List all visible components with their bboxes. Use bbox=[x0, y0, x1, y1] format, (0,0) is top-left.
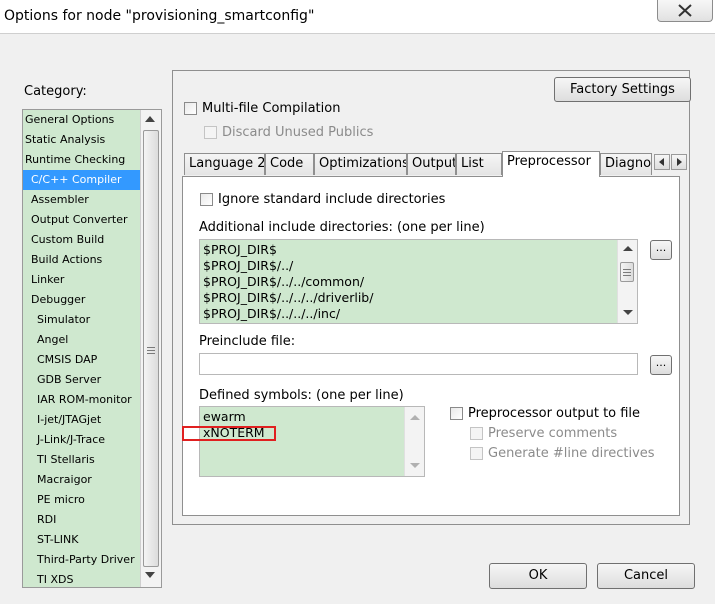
category-item[interactable]: Runtime Checking bbox=[23, 150, 140, 170]
category-item[interactable]: Third-Party Driver bbox=[23, 550, 140, 570]
tab-list[interactable]: List bbox=[456, 153, 502, 175]
category-label: Category: bbox=[24, 84, 87, 99]
tab-optimizations[interactable]: Optimizations bbox=[314, 153, 407, 175]
ignore-std-label: Ignore standard include directories bbox=[218, 192, 446, 207]
scroll-down-icon[interactable] bbox=[410, 463, 420, 468]
category-item[interactable]: Build Actions bbox=[23, 250, 140, 270]
preinclude-input[interactable] bbox=[199, 353, 638, 375]
category-item[interactable]: Assembler bbox=[23, 190, 140, 210]
category-item[interactable]: Static Analysis bbox=[23, 130, 140, 150]
tab-scroll-left[interactable] bbox=[654, 154, 670, 170]
tab-diagnostics[interactable]: Diagnos bbox=[600, 153, 652, 175]
ignore-std-checkbox[interactable] bbox=[200, 193, 213, 206]
tab-scroll-right[interactable] bbox=[671, 154, 687, 170]
chevron-right-icon bbox=[677, 158, 682, 166]
preinclude-label: Preinclude file: bbox=[199, 334, 296, 349]
generate-line-label: Generate #line directives bbox=[488, 446, 655, 461]
category-item[interactable]: Output Converter bbox=[23, 210, 140, 230]
scroll-thumb[interactable] bbox=[143, 130, 159, 567]
output-to-file-checkbox[interactable] bbox=[450, 407, 463, 420]
category-item[interactable]: ST-LINK bbox=[23, 530, 140, 550]
category-item[interactable]: General Options bbox=[23, 110, 140, 130]
category-item[interactable]: GDB Server bbox=[23, 370, 140, 390]
category-item[interactable]: Angel bbox=[23, 330, 140, 350]
category-item[interactable]: PE micro bbox=[23, 490, 140, 510]
category-item[interactable]: J-Link/J-Trace bbox=[23, 430, 140, 450]
category-scrollbar[interactable] bbox=[140, 110, 161, 587]
category-item[interactable]: C/C++ Compiler bbox=[23, 170, 140, 190]
preinclude-browse-button[interactable]: ... bbox=[650, 355, 672, 375]
include-dirs-label: Additional include directories: (one per… bbox=[199, 220, 485, 235]
defined-scrollbar[interactable] bbox=[404, 407, 424, 476]
text-line: $PROJ_DIR$/../../../inc/ bbox=[203, 306, 341, 321]
close-button[interactable] bbox=[657, 0, 713, 22]
scroll-down-icon[interactable] bbox=[145, 572, 155, 578]
preserve-comments-label: Preserve comments bbox=[488, 426, 618, 441]
discard-unused-label: Discard Unused Publics bbox=[222, 125, 374, 140]
category-item[interactable]: Macraigor bbox=[23, 470, 140, 490]
category-item[interactable]: RDI bbox=[23, 510, 140, 530]
text-line: $PROJ_DIR$ bbox=[203, 242, 277, 257]
cancel-button[interactable]: Cancel bbox=[597, 563, 695, 589]
include-scrollbar[interactable] bbox=[617, 240, 637, 323]
tab-code[interactable]: Code bbox=[265, 153, 314, 175]
category-item[interactable]: Custom Build bbox=[23, 230, 140, 250]
multi-file-label: Multi-file Compilation bbox=[202, 101, 341, 116]
text-line: $PROJ_DIR$/../../../driverlib/ bbox=[203, 290, 374, 305]
chevron-left-icon bbox=[659, 158, 664, 166]
text-line: $PROJ_DIR$/../ bbox=[203, 258, 294, 273]
category-item[interactable]: Simulator bbox=[23, 310, 140, 330]
category-item[interactable]: TI XDS bbox=[23, 570, 140, 587]
category-item[interactable]: I-jet/JTAGjet bbox=[23, 410, 140, 430]
discard-unused-checkbox[interactable] bbox=[204, 126, 217, 139]
tab-output[interactable]: Output bbox=[407, 153, 456, 175]
tab-language-2[interactable]: Language 2 bbox=[184, 153, 265, 175]
multi-file-checkbox[interactable] bbox=[184, 102, 197, 115]
scroll-up-icon[interactable] bbox=[623, 246, 633, 251]
category-item[interactable]: IAR ROM-monitor bbox=[23, 390, 140, 410]
highlight-annotation bbox=[182, 426, 276, 441]
window-title: Options for node "provisioning_smartconf… bbox=[4, 8, 315, 24]
text-line: ewarm bbox=[203, 409, 246, 424]
category-item[interactable]: Debugger bbox=[23, 290, 140, 310]
generate-line-checkbox[interactable] bbox=[470, 447, 483, 460]
output-to-file-label: Preprocessor output to file bbox=[468, 406, 641, 421]
tab-preprocessor[interactable]: Preprocessor bbox=[502, 151, 600, 177]
category-item[interactable]: Linker bbox=[23, 270, 140, 290]
category-item[interactable]: CMSIS DAP bbox=[23, 350, 140, 370]
close-icon bbox=[678, 4, 692, 17]
preserve-comments-checkbox[interactable] bbox=[470, 427, 483, 440]
scroll-thumb[interactable] bbox=[620, 262, 634, 282]
text-line: $PROJ_DIR$/../../common/ bbox=[203, 274, 365, 289]
scroll-down-icon[interactable] bbox=[623, 310, 633, 315]
factory-settings-button[interactable]: Factory Settings bbox=[554, 77, 691, 102]
ok-button[interactable]: OK bbox=[489, 563, 587, 589]
scroll-up-icon[interactable] bbox=[145, 116, 155, 122]
include-dirs-textarea[interactable]: $PROJ_DIR$ $PROJ_DIR$/../$PROJ_DIR$/../..… bbox=[199, 239, 638, 324]
include-browse-button[interactable]: ... bbox=[650, 240, 672, 260]
defined-symbols-textarea[interactable]: ewarm xNOTERM bbox=[199, 406, 425, 477]
category-item[interactable]: TI Stellaris bbox=[23, 450, 140, 470]
scroll-up-icon[interactable] bbox=[410, 415, 420, 420]
defined-symbols-label: Defined symbols: (one per line) bbox=[199, 388, 404, 403]
